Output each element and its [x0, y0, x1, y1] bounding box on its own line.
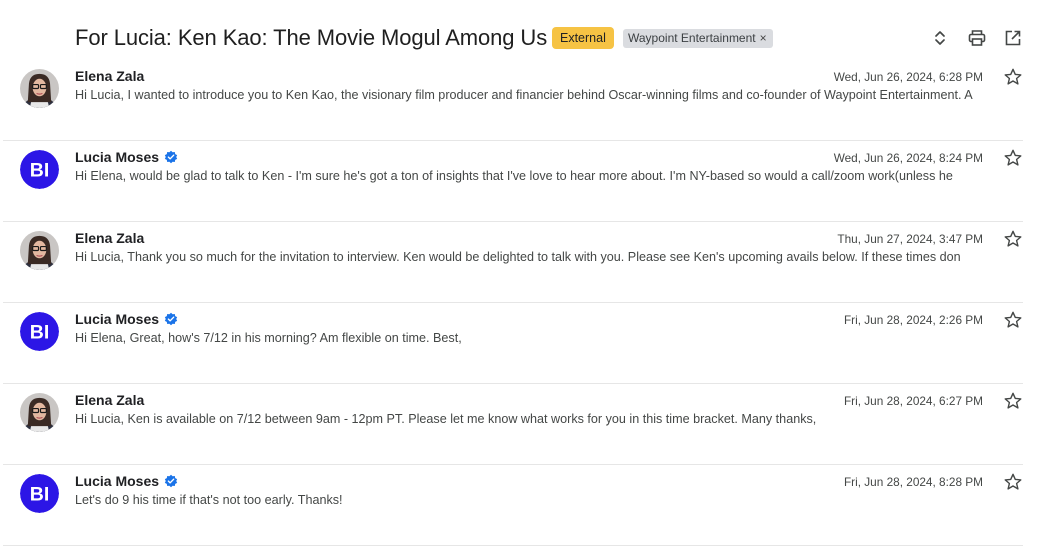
sender-name[interactable]: Lucia Moses — [75, 311, 178, 327]
message-snippet: Hi Lucia, Thank you so much for the invi… — [75, 250, 961, 264]
sender-name[interactable]: Lucia Moses — [75, 473, 178, 489]
star-icon[interactable] — [1003, 472, 1023, 492]
sender-name[interactable]: Elena Zala — [75, 392, 144, 408]
sender-name[interactable]: Lucia Moses — [75, 149, 178, 165]
star-icon[interactable] — [1003, 148, 1023, 168]
message-date: Wed, Jun 26, 2024, 6:28 PM — [833, 70, 983, 84]
sender-name[interactable]: Elena Zala — [75, 68, 144, 84]
message-date: Fri, Jun 28, 2024, 6:27 PM — [843, 394, 983, 408]
message-snippet: Hi Elena, Great, how's 7/12 in his morni… — [75, 331, 462, 345]
sender-name-text: Lucia Moses — [75, 311, 160, 327]
label-waypoint[interactable]: Waypoint Entertainment × — [623, 29, 773, 48]
star-icon[interactable] — [1003, 229, 1023, 249]
open-in-new-window-icon[interactable] — [1003, 28, 1023, 48]
avatar[interactable] — [20, 393, 59, 432]
label-waypoint-text: Waypoint Entertainment — [628, 31, 756, 45]
remove-label-icon[interactable]: × — [760, 31, 767, 45]
avatar[interactable] — [20, 231, 59, 270]
message-row[interactable]: Elena Zala Hi Lucia, Thank you so much fo… — [3, 222, 1023, 303]
avatar[interactable]: BI — [20, 150, 59, 189]
message-date: Wed, Jun 26, 2024, 8:24 PM — [833, 151, 983, 165]
star-icon[interactable] — [1003, 310, 1023, 330]
svg-text:BI: BI — [30, 321, 49, 343]
message-snippet: Hi Lucia, I wanted to introduce you to K… — [75, 88, 973, 102]
thread-subject: For Lucia: Ken Kao: The Movie Mogul Amon… — [75, 25, 548, 50]
sender-name-text: Elena Zala — [75, 68, 145, 84]
message-row[interactable]: BI Lucia Moses Let's do 9 his time if that… — [3, 465, 1023, 546]
message-row[interactable]: BI Lucia Moses Hi Elena, would be glad to … — [3, 141, 1023, 222]
avatar[interactable]: BI — [20, 474, 59, 513]
expand-all-icon[interactable] — [930, 28, 950, 48]
message-snippet: Hi Lucia, Ken is available on 7/12 betwe… — [75, 412, 817, 426]
sender-name-text: Elena Zala — [75, 392, 145, 408]
sender-name-text: Elena Zala — [75, 230, 145, 246]
message-snippet: Let's do 9 his time if that's not too ea… — [75, 493, 343, 507]
message-date: Fri, Jun 28, 2024, 2:26 PM — [843, 313, 983, 327]
verified-badge-icon — [164, 150, 178, 164]
sender-name[interactable]: Elena Zala — [75, 230, 144, 246]
message-date: Fri, Jun 28, 2024, 8:28 PM — [843, 475, 983, 489]
message-date: Thu, Jun 27, 2024, 3:47 PM — [837, 232, 983, 246]
sender-name-text: Lucia Moses — [75, 473, 160, 489]
label-external[interactable]: External — [552, 27, 614, 49]
verified-badge-icon — [164, 474, 178, 488]
star-icon[interactable] — [1003, 67, 1023, 87]
message-row[interactable]: BI Lucia Moses Hi Elena, Great, how's 7/12… — [3, 303, 1023, 384]
sender-name-text: Lucia Moses — [75, 149, 160, 165]
message-row[interactable]: Elena Zala Hi Lucia, I wanted to introduc… — [3, 60, 1023, 141]
message-snippet: Hi Elena, would be glad to talk to Ken -… — [75, 169, 953, 183]
svg-text:BI: BI — [30, 159, 49, 181]
svg-text:BI: BI — [30, 483, 49, 505]
print-icon[interactable] — [967, 28, 987, 48]
star-icon[interactable] — [1003, 391, 1023, 411]
verified-badge-icon — [164, 312, 178, 326]
avatar[interactable]: BI — [20, 312, 59, 351]
message-row[interactable]: Elena Zala Hi Lucia, Ken is available on … — [3, 384, 1023, 465]
avatar[interactable] — [20, 69, 59, 108]
